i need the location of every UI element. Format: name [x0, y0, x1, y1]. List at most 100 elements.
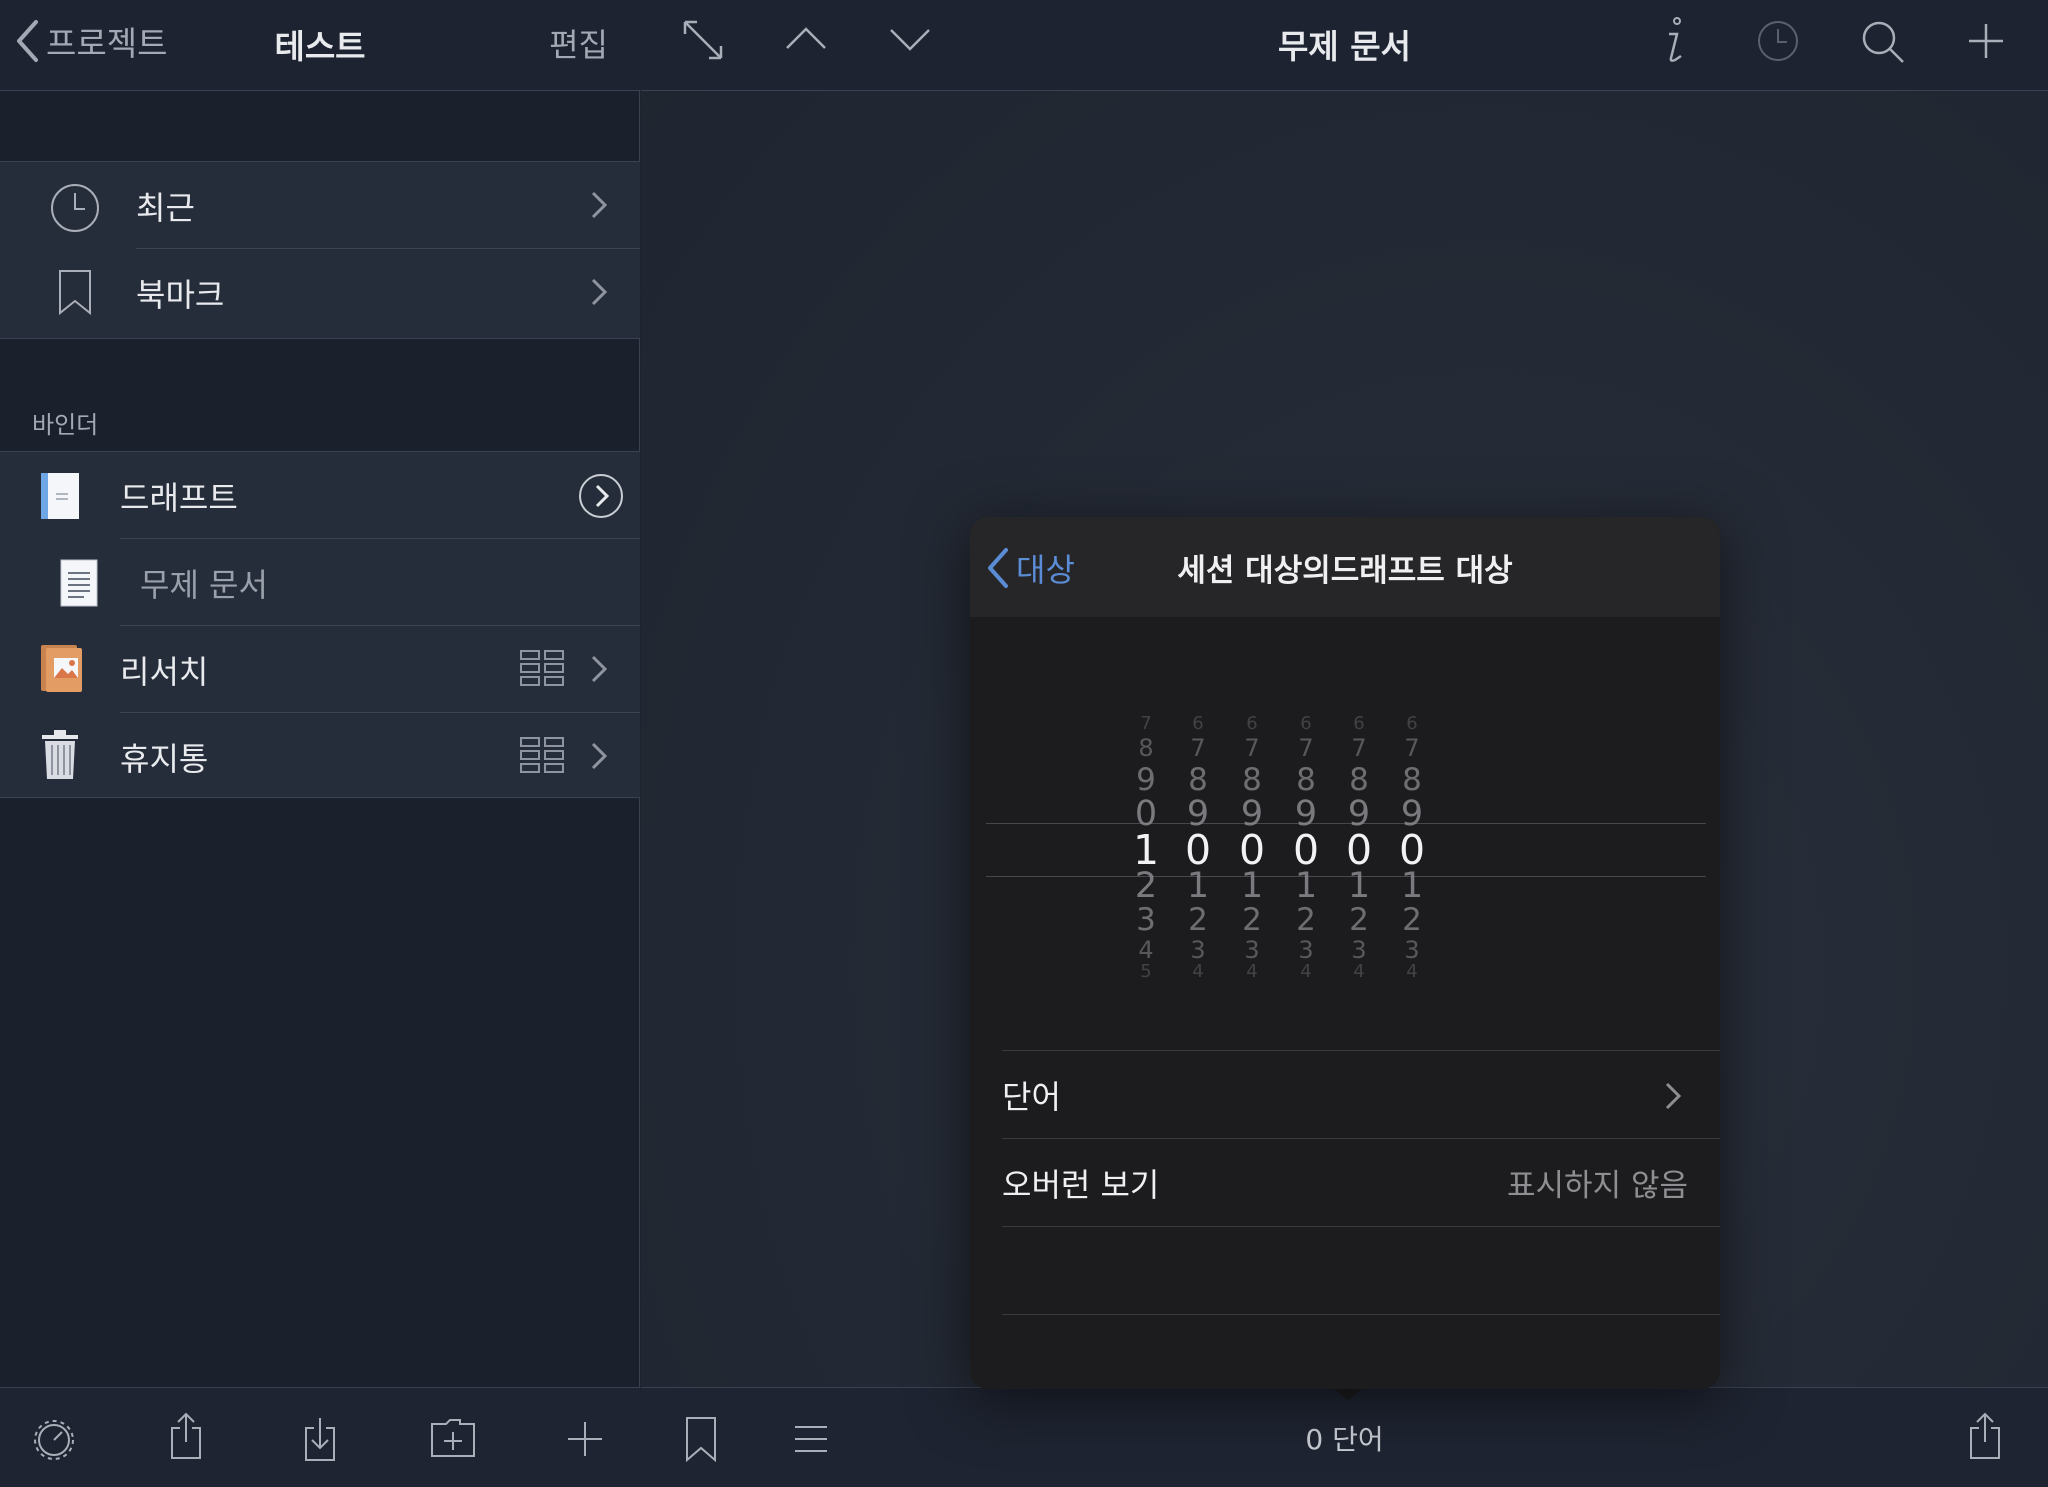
back-label: 프로젝트: [46, 24, 168, 63]
picker-digit: 7: [1404, 734, 1420, 762]
picker-digit: 8: [1349, 761, 1369, 798]
overrun-display-row[interactable]: 오버런 보기 표시하지 않음: [1002, 1138, 1720, 1226]
editor-bottom-toolbar: 0 단어: [641, 1387, 2048, 1487]
back-to-targets-button[interactable]: 대상: [986, 545, 1075, 591]
chevron-left-icon: [17, 20, 38, 62]
word-target-number-picker[interactable]: 7890123456789012346789012346789012346789…: [986, 647, 1706, 997]
picker-digit: 4: [1138, 936, 1154, 964]
history-clock-icon[interactable]: [1757, 20, 1799, 62]
import-icon[interactable]: [302, 1414, 338, 1462]
targets-popover: 대상 세션 대상의드래프트 대상 78901234567890123467890…: [970, 517, 1720, 1389]
picker-digit: 3: [1136, 901, 1156, 938]
picker-digit: 6: [1192, 713, 1204, 734]
picker-digit: 6: [1300, 713, 1312, 734]
search-icon[interactable]: [1861, 20, 1905, 64]
binder-item-trash[interactable]: 휴지통: [0, 713, 640, 800]
picker-column-4[interactable]: 678901234: [1276, 647, 1336, 997]
new-folder-icon[interactable]: [430, 1418, 476, 1458]
sidebar-item-label: 최근: [136, 188, 195, 227]
picker-digit: 5: [1140, 961, 1152, 982]
add-icon[interactable]: [1967, 22, 2005, 60]
draft-document-icon: [41, 473, 79, 519]
picker-digit: 2: [1188, 901, 1208, 938]
picker-digit: 8: [1188, 761, 1208, 798]
binder-section-header: 바인더: [32, 411, 99, 439]
trash-icon: [42, 730, 78, 779]
editor-toolbar: 무제 문서: [641, 0, 2048, 91]
back-to-projects-button[interactable]: 프로젝트: [14, 18, 167, 64]
sidebar-header: 프로젝트 테스트 편집: [0, 0, 640, 91]
picker-digit: 6: [1353, 713, 1365, 734]
picker-digit: 8: [1242, 761, 1262, 798]
binder-group: 드래프트 무제 문서 리서치 휴지통: [0, 451, 640, 798]
picker-column-5[interactable]: 678901234: [1329, 647, 1389, 997]
picker-selected-digit: 1: [1132, 825, 1160, 874]
binder-item-label: 리서치: [120, 652, 209, 691]
grid-view-icon[interactable]: [520, 650, 564, 688]
sidebar-item-label: 북마크: [136, 275, 225, 314]
project-title: 테스트: [274, 27, 366, 66]
picker-digit: 2: [1402, 901, 1422, 938]
picker-digit: 8: [1296, 761, 1316, 798]
picker-digit: 2: [1296, 901, 1316, 938]
picker-digit: 1: [1347, 865, 1371, 906]
picker-column-3[interactable]: 678901234: [1222, 647, 1282, 997]
sidebar-item-bookmarks[interactable]: 북마크: [0, 249, 640, 336]
picker-column-1[interactable]: 789012345: [1116, 647, 1176, 997]
picker-digit: 1: [1240, 865, 1264, 906]
chevron-right-icon: [591, 191, 608, 219]
settings-gear-icon[interactable]: [32, 1418, 76, 1462]
row-label: 오버런 보기: [1002, 1165, 1160, 1204]
edit-button[interactable]: 편집: [549, 20, 608, 66]
picker-column-2[interactable]: 678901234: [1168, 647, 1228, 997]
picker-digit: 1: [1186, 865, 1210, 906]
chevron-right-icon: [1665, 1082, 1682, 1110]
sidebar-toolbar: [0, 1387, 640, 1487]
picker-digit: 3: [1190, 936, 1206, 964]
binder-item-draft[interactable]: 드래프트: [0, 452, 640, 539]
picker-selected-digit: 0: [1238, 825, 1266, 874]
picker-digit: 3: [1244, 936, 1260, 964]
sidebar-item-recent[interactable]: 최근: [0, 162, 640, 249]
picker-digit: 3: [1351, 936, 1367, 964]
picker-column-6[interactable]: 678901234: [1382, 647, 1442, 997]
text-document-icon: [60, 559, 98, 607]
sidebar: 프로젝트 테스트 편집 최근 북마크 바인더 드래프트 무제 문서 리서치 휴지…: [0, 0, 640, 1487]
clock-icon: [51, 184, 99, 232]
unit-row-words[interactable]: 단어: [1002, 1050, 1720, 1138]
share-icon[interactable]: [1967, 1412, 2003, 1460]
picker-digit: 7: [1190, 734, 1206, 762]
share-icon[interactable]: [168, 1412, 204, 1460]
chevron-right-icon: [591, 655, 608, 683]
info-icon[interactable]: [1659, 16, 1689, 64]
picker-digit: 8: [1402, 761, 1422, 798]
chevron-right-icon: [591, 742, 608, 770]
chevron-circle-right-icon[interactable]: [578, 473, 624, 519]
picker-digit: 7: [1298, 734, 1314, 762]
picker-selected-digit: 0: [1345, 825, 1373, 874]
grid-view-icon[interactable]: [520, 737, 564, 775]
word-count-button[interactable]: 0 단어: [641, 1418, 2048, 1458]
picker-digit: 6: [1246, 713, 1258, 734]
row-value: 표시하지 않음: [1507, 1168, 1688, 1204]
popover-title: 세션 대상의드래프트 대상: [1177, 553, 1513, 589]
popover-header: 대상 세션 대상의드래프트 대상: [970, 517, 1720, 617]
research-folder-icon: [41, 645, 82, 692]
picker-digit: 2: [1242, 901, 1262, 938]
back-label: 대상: [1016, 551, 1075, 589]
binder-item-research[interactable]: 리서치: [0, 626, 640, 713]
binder-item-untitled-document[interactable]: 무제 문서: [0, 539, 640, 626]
picker-selected-digit: 0: [1184, 825, 1212, 874]
picker-digit: 1: [1294, 865, 1318, 906]
binder-item-label: 휴지통: [120, 739, 209, 778]
picker-digit: 4: [1300, 961, 1312, 982]
row-divider: [1002, 1314, 1720, 1315]
picker-digit: 3: [1404, 936, 1420, 964]
picker-selected-digit: 0: [1292, 825, 1320, 874]
binder-item-label: 드래프트: [120, 478, 238, 517]
add-icon[interactable]: [566, 1420, 604, 1458]
picker-digit: 9: [1136, 761, 1156, 798]
picker-digit: 4: [1192, 961, 1204, 982]
picker-digit: 6: [1406, 713, 1418, 734]
picker-digit: 7: [1351, 734, 1367, 762]
